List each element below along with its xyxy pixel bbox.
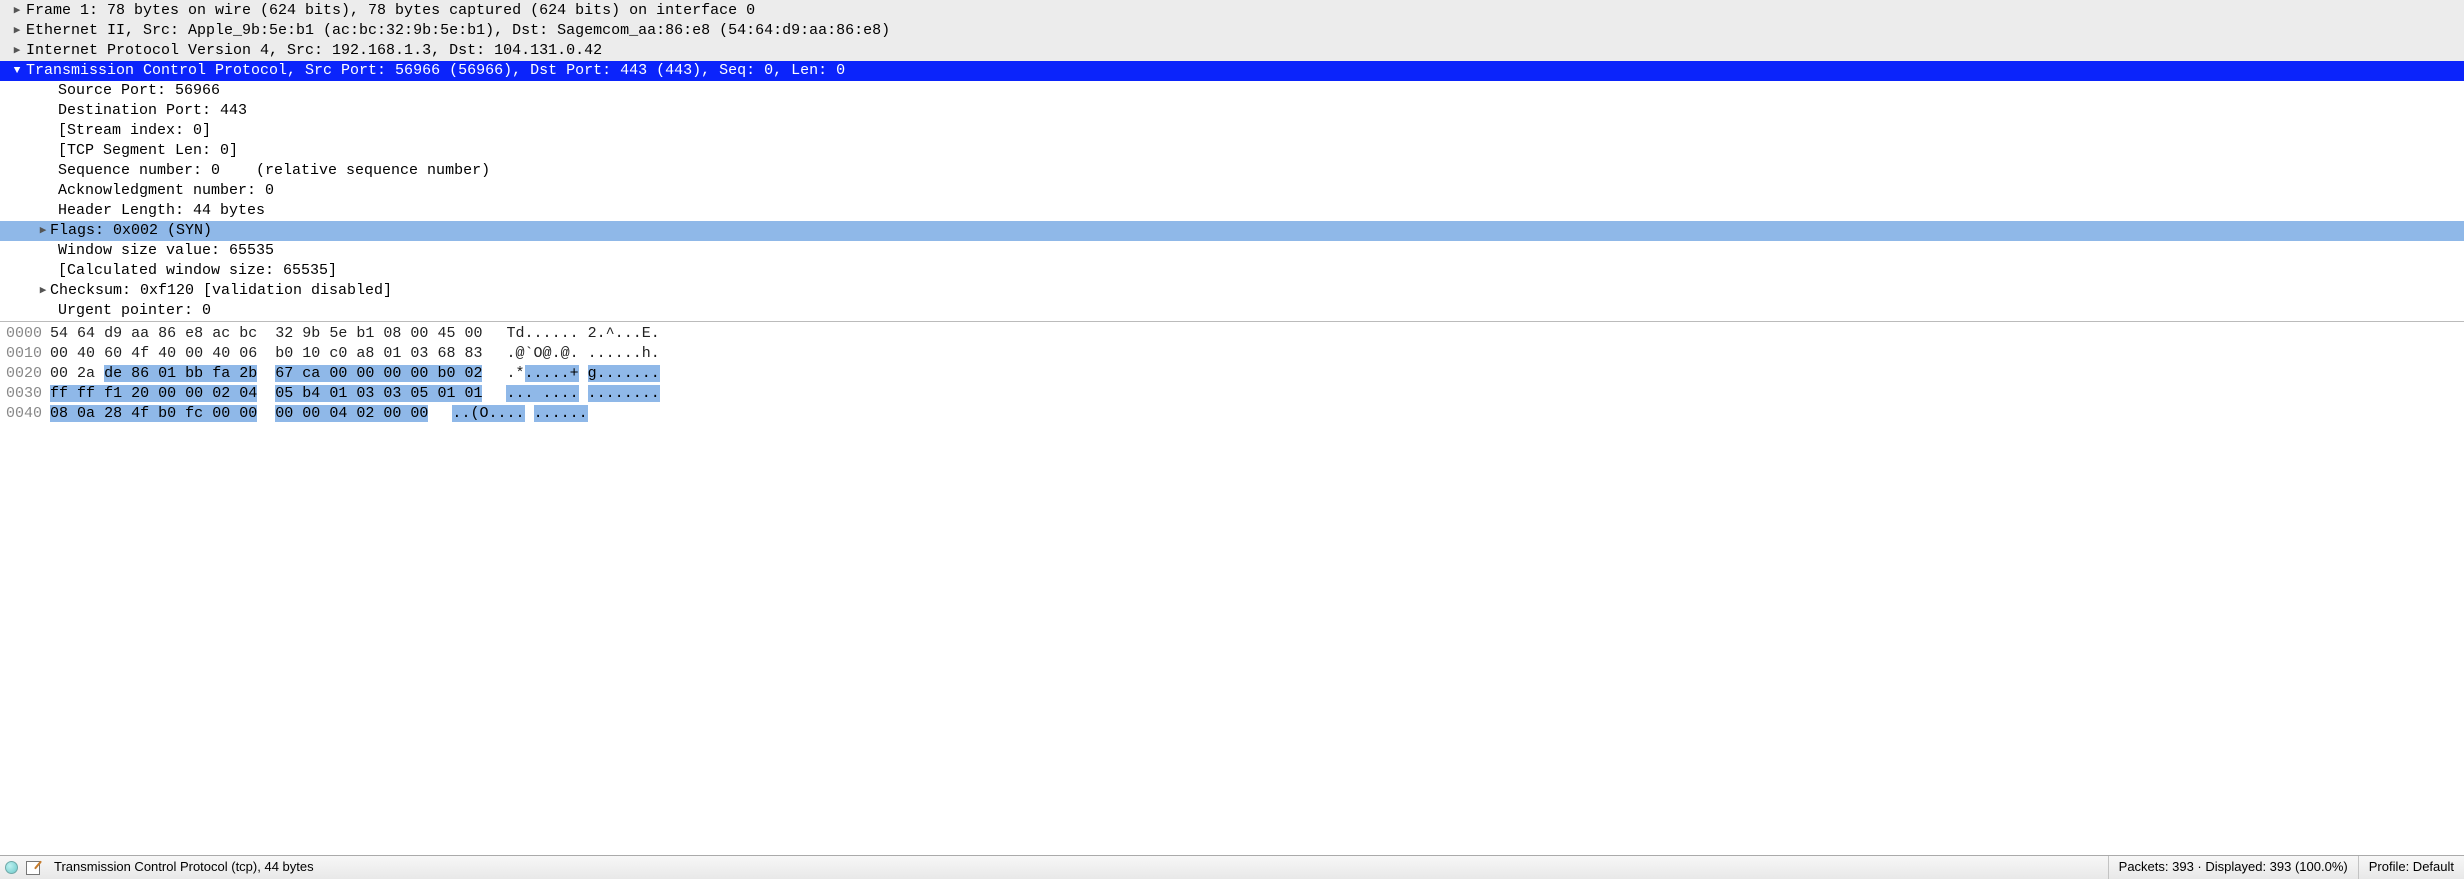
hex-ascii: .@`O@.@. ......h. xyxy=(482,344,659,364)
hex-bytes: 08 0a 28 4f b0 fc 00 00 00 00 04 02 00 0… xyxy=(50,404,428,424)
field-label: [TCP Segment Len: 0] xyxy=(58,141,238,161)
field-label: Urgent pointer: 0 xyxy=(58,301,211,321)
hex-offset: 0040 xyxy=(6,404,50,424)
hex-offset: 0000 xyxy=(6,324,50,344)
hex-bytes: ff ff f1 20 00 00 02 04 05 b4 01 03 03 0… xyxy=(50,384,482,404)
tree-ethernet[interactable]: ▶ Ethernet II, Src: Apple_9b:5e:b1 (ac:b… xyxy=(0,21,2464,41)
tcp-stream-index[interactable]: [Stream index: 0] xyxy=(0,121,2464,141)
hex-row[interactable]: 004008 0a 28 4f b0 fc 00 00 00 00 04 02 … xyxy=(6,404,2464,424)
field-label: Destination Port: 443 xyxy=(58,101,247,121)
pencil-icon xyxy=(26,861,40,875)
tcp-checksum[interactable]: ▶ Checksum: 0xf120 [validation disabled] xyxy=(0,281,2464,301)
tree-label: Ethernet II, Src: Apple_9b:5e:b1 (ac:bc:… xyxy=(24,21,890,41)
tcp-urgent-pointer[interactable]: Urgent pointer: 0 xyxy=(0,301,2464,321)
field-label: Checksum: 0xf120 [validation disabled] xyxy=(50,281,392,301)
status-text: Profile: Default xyxy=(2369,859,2454,876)
hex-row[interactable]: 0030ff ff f1 20 00 00 02 04 05 b4 01 03 … xyxy=(6,384,2464,404)
hex-offset: 0020 xyxy=(6,364,50,384)
status-bar: Transmission Control Protocol (tcp), 44 … xyxy=(0,855,2464,879)
tree-label: Transmission Control Protocol, Src Port:… xyxy=(24,61,845,81)
hex-row[interactable]: 002000 2a de 86 01 bb fa 2b 67 ca 00 00 … xyxy=(6,364,2464,384)
tcp-source-port[interactable]: Source Port: 56966 xyxy=(0,81,2464,101)
expand-icon[interactable]: ▶ xyxy=(36,224,50,238)
hex-ascii: Td...... 2.^...E. xyxy=(482,324,659,344)
status-text: Packets: 393 · Displayed: 393 (100.0%) xyxy=(2119,859,2348,876)
edit-button[interactable] xyxy=(22,857,44,879)
tcp-window-size[interactable]: Window size value: 65535 xyxy=(0,241,2464,261)
status-protocol[interactable]: Transmission Control Protocol (tcp), 44 … xyxy=(44,856,2108,879)
packet-details-pane[interactable]: ▶ Frame 1: 78 bytes on wire (624 bits), … xyxy=(0,0,2464,322)
tree-label: Internet Protocol Version 4, Src: 192.16… xyxy=(24,41,602,61)
field-label: Window size value: 65535 xyxy=(58,241,274,261)
tcp-seq-number[interactable]: Sequence number: 0 (relative sequence nu… xyxy=(0,161,2464,181)
tree-tcp[interactable]: ▼ Transmission Control Protocol, Src Por… xyxy=(0,61,2464,81)
tree-frame[interactable]: ▶ Frame 1: 78 bytes on wire (624 bits), … xyxy=(0,1,2464,21)
field-label: Source Port: 56966 xyxy=(58,81,220,101)
hex-ascii: .*.....+ g....... xyxy=(482,364,659,384)
hex-row[interactable]: 001000 40 60 4f 40 00 40 06 b0 10 c0 a8 … xyxy=(6,344,2464,364)
field-label: Sequence number: 0 (relative sequence nu… xyxy=(58,161,490,181)
tree-ip[interactable]: ▶ Internet Protocol Version 4, Src: 192.… xyxy=(0,41,2464,61)
tcp-children: Source Port: 56966 Destination Port: 443… xyxy=(0,81,2464,321)
tcp-dest-port[interactable]: Destination Port: 443 xyxy=(0,101,2464,121)
expand-icon[interactable]: ▶ xyxy=(36,284,50,298)
wireshark-window: ▶ Frame 1: 78 bytes on wire (624 bits), … xyxy=(0,0,2464,879)
tcp-flags[interactable]: ▶ Flags: 0x002 (SYN) xyxy=(0,221,2464,241)
circle-icon xyxy=(5,861,18,874)
field-label: [Stream index: 0] xyxy=(58,121,211,141)
expand-icon[interactable]: ▶ xyxy=(10,4,24,18)
tcp-header-length[interactable]: Header Length: 44 bytes xyxy=(0,201,2464,221)
tcp-calc-window[interactable]: [Calculated window size: 65535] xyxy=(0,261,2464,281)
field-label: Acknowledgment number: 0 xyxy=(58,181,274,201)
tree-label: Frame 1: 78 bytes on wire (624 bits), 78… xyxy=(24,1,755,21)
field-label: Header Length: 44 bytes xyxy=(58,201,265,221)
hex-offset: 0030 xyxy=(6,384,50,404)
field-label: [Calculated window size: 65535] xyxy=(58,261,337,281)
field-label: Flags: 0x002 (SYN) xyxy=(50,221,212,241)
hex-ascii: ..(O.... ...... xyxy=(428,404,587,424)
expert-info-button[interactable] xyxy=(0,857,22,879)
status-profile[interactable]: Profile: Default xyxy=(2358,856,2464,879)
status-text: Transmission Control Protocol (tcp), 44 … xyxy=(54,859,314,876)
hex-row[interactable]: 000054 64 d9 aa 86 e8 ac bc 32 9b 5e b1 … xyxy=(6,324,2464,344)
expand-icon[interactable]: ▶ xyxy=(10,24,24,38)
tcp-ack-number[interactable]: Acknowledgment number: 0 xyxy=(0,181,2464,201)
collapse-icon[interactable]: ▼ xyxy=(10,64,24,78)
hex-offset: 0010 xyxy=(6,344,50,364)
packet-bytes-pane[interactable]: 000054 64 d9 aa 86 e8 ac bc 32 9b 5e b1 … xyxy=(0,322,2464,855)
status-packets[interactable]: Packets: 393 · Displayed: 393 (100.0%) xyxy=(2108,856,2358,879)
expand-icon[interactable]: ▶ xyxy=(10,44,24,58)
hex-bytes: 00 2a de 86 01 bb fa 2b 67 ca 00 00 00 0… xyxy=(50,364,482,384)
tcp-segment-len[interactable]: [TCP Segment Len: 0] xyxy=(0,141,2464,161)
hex-ascii: ... .... ........ xyxy=(482,384,659,404)
hex-bytes: 54 64 d9 aa 86 e8 ac bc 32 9b 5e b1 08 0… xyxy=(50,324,482,344)
hex-bytes: 00 40 60 4f 40 00 40 06 b0 10 c0 a8 01 0… xyxy=(50,344,482,364)
